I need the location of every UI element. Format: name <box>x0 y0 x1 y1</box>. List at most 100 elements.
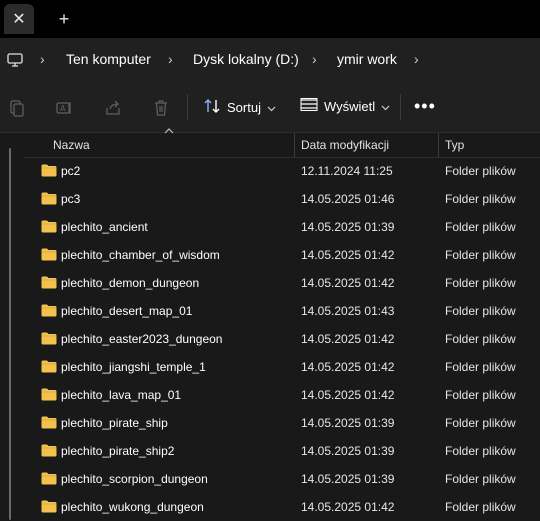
file-type: Folder plików <box>445 276 516 290</box>
file-row[interactable]: plechito_wukong_dungeon 14.05.2025 01:42… <box>24 493 540 521</box>
command-bar: A Sortuj Wyświetl ••• <box>0 82 540 133</box>
file-row[interactable]: plechito_easter2023_dungeon 14.05.2025 0… <box>24 325 540 353</box>
file-row[interactable]: plechito_pirate_ship 14.05.2025 01:39 Fo… <box>24 409 540 437</box>
column-header-date[interactable]: Data modyfikacji <box>301 138 389 152</box>
sort-ascending-icon <box>164 125 174 137</box>
file-name: plechito_pirate_ship2 <box>61 444 175 458</box>
breadcrumb-ymir-work[interactable]: ymir work <box>337 51 397 67</box>
file-row[interactable]: plechito_scorpion_dungeon 14.05.2025 01:… <box>24 465 540 493</box>
more-options-icon[interactable]: ••• <box>414 96 436 117</box>
file-row[interactable]: pc2 12.11.2024 11:25 Folder plików <box>24 157 540 185</box>
file-list-pane: Nazwa Data modyfikacji Typ pc2 12.11.202… <box>0 128 540 521</box>
file-date: 12.11.2024 11:25 <box>301 164 393 178</box>
file-type: Folder plików <box>445 416 516 430</box>
folder-icon <box>41 500 57 516</box>
column-header-type[interactable]: Typ <box>445 138 464 152</box>
file-name: plechito_demon_dungeon <box>61 276 200 290</box>
file-type: Folder plików <box>445 192 516 206</box>
file-row[interactable]: plechito_demon_dungeon 14.05.2025 01:42 … <box>24 269 540 297</box>
file-name: plechito_pirate_ship <box>61 416 168 430</box>
file-date: 14.05.2025 01:42 <box>301 500 395 514</box>
file-date: 14.05.2025 01:42 <box>301 276 395 290</box>
share-icon[interactable] <box>104 99 122 117</box>
file-type: Folder plików <box>445 164 516 178</box>
file-date: 14.05.2025 01:39 <box>301 472 395 486</box>
breadcrumb-separator-icon[interactable]: › <box>312 51 317 67</box>
plus-icon: + <box>58 8 70 29</box>
folder-icon <box>41 472 57 488</box>
file-row[interactable]: plechito_ancient 14.05.2025 01:39 Folder… <box>24 213 540 241</box>
file-row[interactable]: plechito_chamber_of_wisdom 14.05.2025 01… <box>24 241 540 269</box>
breadcrumb-separator-icon[interactable]: › <box>40 51 45 67</box>
trash-icon[interactable] <box>152 99 170 117</box>
scrollbar[interactable] <box>9 148 11 520</box>
file-date: 14.05.2025 01:42 <box>301 388 395 402</box>
svg-text:A: A <box>60 104 66 113</box>
file-name: plechito_desert_map_01 <box>61 304 193 318</box>
breadcrumb-separator-icon[interactable]: › <box>168 51 173 67</box>
address-bar[interactable]: › Ten komputer › Dysk lokalny (D:) › ymi… <box>0 38 540 82</box>
file-type: Folder plików <box>445 220 516 234</box>
folder-icon <box>41 248 57 264</box>
file-name: pc3 <box>61 192 81 206</box>
file-name: plechito_chamber_of_wisdom <box>61 248 220 262</box>
close-icon: ✕ <box>12 11 26 28</box>
file-date: 14.05.2025 01:42 <box>301 248 395 262</box>
view-button[interactable]: Wyświetl <box>300 98 390 115</box>
file-type: Folder plików <box>445 360 516 374</box>
file-type: Folder plików <box>445 472 516 486</box>
folder-icon <box>41 332 57 348</box>
folder-icon <box>41 164 57 180</box>
folder-icon <box>41 360 57 376</box>
file-date: 14.05.2025 01:43 <box>301 304 395 318</box>
file-type: Folder plików <box>445 248 516 262</box>
file-row[interactable]: plechito_lava_map_01 14.05.2025 01:42 Fo… <box>24 381 540 409</box>
cut-icon[interactable] <box>8 99 26 117</box>
file-type: Folder plików <box>445 332 516 346</box>
file-name: plechito_wukong_dungeon <box>61 500 204 514</box>
rename-icon[interactable]: A <box>55 99 73 117</box>
file-row[interactable]: plechito_jiangshi_temple_1 14.05.2025 01… <box>24 353 540 381</box>
chevron-down-icon <box>381 99 390 114</box>
file-date: 14.05.2025 01:39 <box>301 416 395 430</box>
view-list-icon <box>300 98 318 115</box>
file-date: 14.05.2025 01:46 <box>301 192 395 206</box>
view-label: Wyświetl <box>324 99 376 114</box>
file-row[interactable]: plechito_desert_map_01 14.05.2025 01:43 … <box>24 297 540 325</box>
file-name: plechito_lava_map_01 <box>61 388 182 402</box>
column-divider[interactable] <box>438 133 439 157</box>
file-name: plechito_ancient <box>61 220 148 234</box>
column-header-name[interactable]: Nazwa <box>53 138 90 152</box>
breadcrumb-this-pc[interactable]: Ten komputer <box>66 51 151 67</box>
this-pc-icon[interactable] <box>6 51 24 72</box>
file-rows: pc2 12.11.2024 11:25 Folder plików pc3 1… <box>24 157 540 521</box>
folder-icon <box>41 276 57 292</box>
file-row[interactable]: pc3 14.05.2025 01:46 Folder plików <box>24 185 540 213</box>
sort-button[interactable]: Sortuj <box>203 98 276 117</box>
close-tab-button[interactable]: ✕ <box>4 4 34 34</box>
file-name: plechito_easter2023_dungeon <box>61 332 223 346</box>
file-date: 14.05.2025 01:39 <box>301 444 395 458</box>
file-date: 14.05.2025 01:39 <box>301 220 395 234</box>
toolbar-divider <box>187 94 188 120</box>
folder-icon <box>41 220 57 236</box>
file-name: plechito_scorpion_dungeon <box>61 472 208 486</box>
sort-label: Sortuj <box>227 100 261 115</box>
chevron-down-icon <box>267 100 276 115</box>
file-name: plechito_jiangshi_temple_1 <box>61 360 206 374</box>
column-divider[interactable] <box>294 133 295 157</box>
new-tab-button[interactable]: + <box>50 4 78 34</box>
folder-icon <box>41 388 57 404</box>
breadcrumb-separator-icon[interactable]: › <box>414 51 419 67</box>
breadcrumb-local-disk[interactable]: Dysk lokalny (D:) <box>193 51 299 67</box>
file-type: Folder plików <box>445 304 516 318</box>
file-type: Folder plików <box>445 444 516 458</box>
file-name: pc2 <box>61 164 81 178</box>
sort-icon <box>203 98 221 117</box>
file-type: Folder plików <box>445 388 516 402</box>
folder-icon <box>41 444 57 460</box>
file-row[interactable]: plechito_pirate_ship2 14.05.2025 01:39 F… <box>24 437 540 465</box>
file-date: 14.05.2025 01:42 <box>301 332 395 346</box>
file-type: Folder plików <box>445 500 516 514</box>
tab-strip: ✕ + <box>0 0 540 38</box>
